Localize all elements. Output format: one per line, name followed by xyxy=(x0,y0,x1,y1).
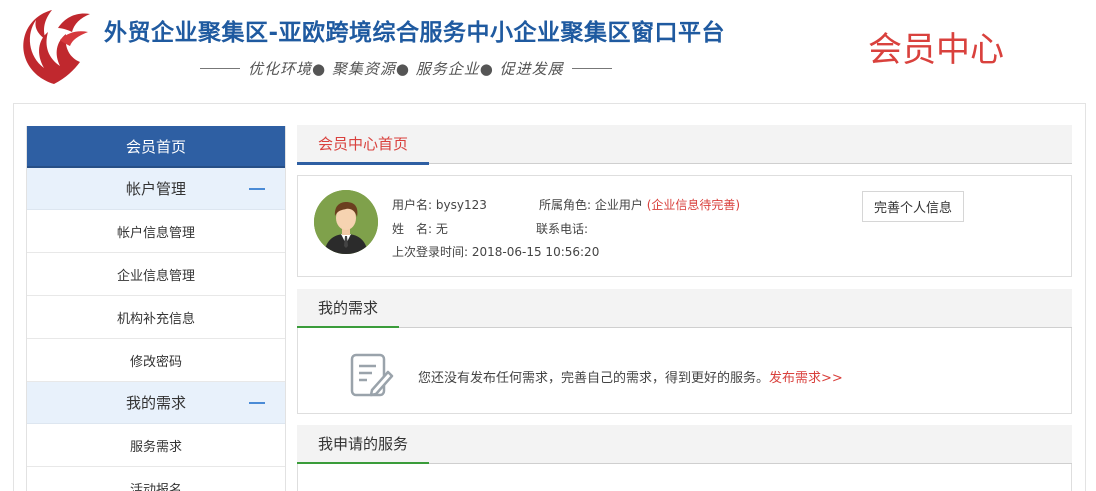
sidebar-item-change-password[interactable]: 修改密码 xyxy=(27,339,285,382)
collapse-icon[interactable] xyxy=(249,188,265,190)
profile-card: 用户名: bysy123 所属角色: 企业用户 (企业信息待完善) 姓 名: 无… xyxy=(297,175,1072,277)
document-edit-icon xyxy=(350,353,394,397)
name-value: 无 xyxy=(435,222,448,236)
services-panel xyxy=(297,464,1072,491)
site-title: 外贸企业聚集区-亚欧跨境综合服务中小企业聚集区窗口平台 xyxy=(104,20,726,46)
phone-row: 联系电话: xyxy=(536,220,588,237)
tab-my-services[interactable]: 我申请的服务 xyxy=(297,425,430,465)
last-login-value: 2018-06-15 10:56:20 xyxy=(471,245,600,259)
sidebar-item-company-info[interactable]: 企业信息管理 xyxy=(27,253,285,296)
home-tab-bar: 会员中心首页 xyxy=(297,125,1072,165)
role-value: 企业用户 xyxy=(594,198,643,212)
slogan-row: 优化环境● 聚集资源● 服务企业● 促进发展 xyxy=(200,58,612,78)
collapse-icon[interactable] xyxy=(249,402,265,404)
last-login-row: 上次登录时间: 2018-06-15 10:56:20 xyxy=(392,243,599,260)
sidebar-item-org-supplement[interactable]: 机构补充信息 xyxy=(27,296,285,339)
publish-need-link[interactable]: 发布需求>> xyxy=(769,371,843,386)
sidebar: 会员首页 帐户管理 帐户信息管理 企业信息管理 机构补充信息 修改密码 我的需求… xyxy=(26,126,286,491)
avatar xyxy=(314,190,378,254)
sidebar-group-label: 我的需求 xyxy=(125,394,186,412)
sidebar-group-my-needs[interactable]: 我的需求 xyxy=(27,382,285,424)
name-label: 姓 名: xyxy=(392,222,433,236)
member-center-title: 会员中心 xyxy=(868,30,1004,70)
needs-panel: 您还没有发布任何需求，完善自己的需求，得到更好的服务。发布需求>> xyxy=(297,328,1072,414)
needs-empty-message: 您还没有发布任何需求，完善自己的需求，得到更好的服务。发布需求>> xyxy=(418,367,843,386)
username-value: bysy123 xyxy=(435,198,487,212)
sidebar-item-account-info[interactable]: 帐户信息管理 xyxy=(27,210,285,253)
username-label: 用户名: xyxy=(392,198,433,212)
complete-profile-button[interactable]: 完善个人信息 xyxy=(862,191,964,222)
sidebar-item-event-signup[interactable]: 活动报名 xyxy=(27,467,285,491)
username-row: 用户名: bysy123 xyxy=(392,196,487,213)
sidebar-group-account[interactable]: 帐户管理 xyxy=(27,168,285,210)
slogan-divider-left xyxy=(200,67,240,69)
phone-label: 联系电话: xyxy=(536,222,589,236)
site-logo xyxy=(23,10,90,84)
role-label: 所属角色: xyxy=(539,198,592,212)
needs-empty-text: 您还没有发布任何需求，完善自己的需求，得到更好的服务。 xyxy=(418,371,770,386)
slogan-divider-right xyxy=(571,67,612,69)
tab-member-home[interactable]: 会员中心首页 xyxy=(297,125,430,165)
services-tab-bar: 我申请的服务 xyxy=(297,425,1072,465)
slogan: 优化环境● 聚集资源● 服务企业● 促进发展 xyxy=(248,59,564,78)
role-status: (企业信息待完善) xyxy=(646,198,741,212)
role-row: 所属角色: 企业用户 (企业信息待完善) xyxy=(539,196,740,213)
tab-my-needs[interactable]: 我的需求 xyxy=(297,289,400,329)
last-login-label: 上次登录时间: xyxy=(392,245,469,259)
needs-tab-bar: 我的需求 xyxy=(297,289,1072,329)
sidebar-group-label: 帐户管理 xyxy=(125,180,186,198)
sidebar-item-home[interactable]: 会员首页 xyxy=(27,126,285,168)
sidebar-item-service-needs[interactable]: 服务需求 xyxy=(27,424,285,467)
name-row: 姓 名: 无 xyxy=(392,220,448,237)
